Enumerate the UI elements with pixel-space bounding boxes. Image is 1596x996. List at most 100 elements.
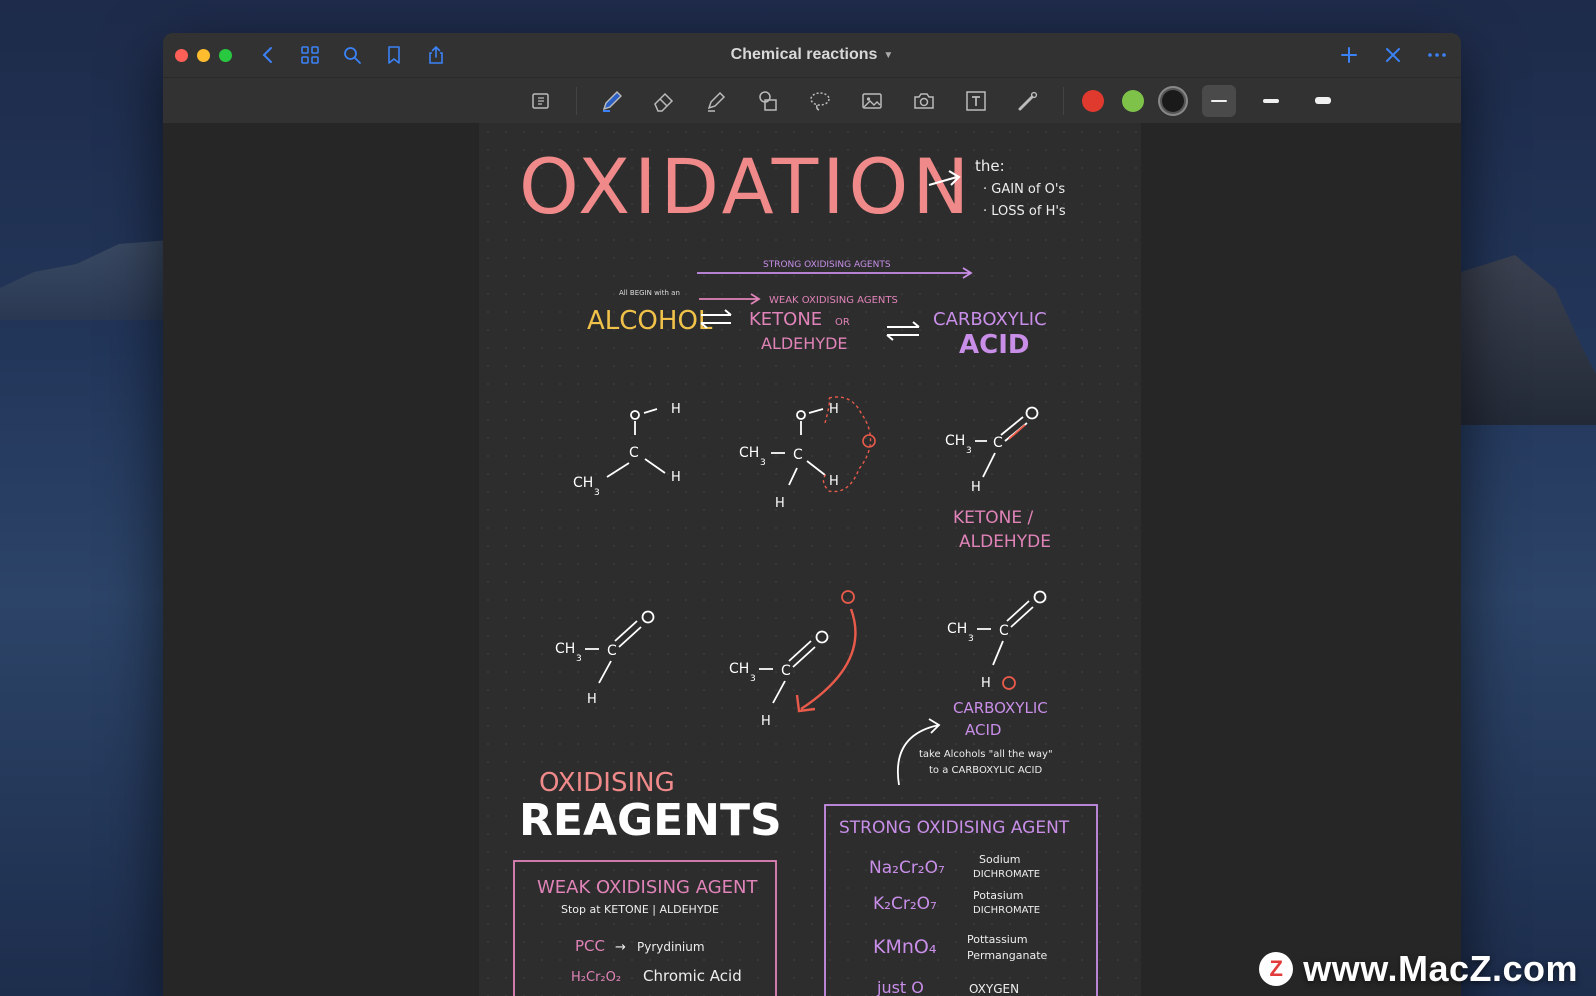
red-curved-arrow [800, 608, 857, 711]
page-title: OXIDATION [519, 142, 973, 231]
bookmark-icon[interactable] [384, 45, 404, 65]
app-window: Chemical reactions ▼ OXIDATION the: · GA… [163, 33, 1461, 996]
carboxylic-acid-label-1: CARBOXYLIC [953, 699, 1048, 717]
reagent-formula: PCC [575, 937, 605, 955]
stroke-width-medium[interactable] [1254, 85, 1288, 117]
zoom-window-button[interactable] [219, 48, 232, 62]
reagent-name: DICHROMATE [973, 905, 1040, 916]
atom-c: C [629, 445, 639, 461]
atom-ch3: CH [555, 641, 575, 657]
share-icon[interactable] [426, 45, 446, 65]
desktop-rock [1461, 255, 1596, 425]
reagent-name: Potasium [973, 889, 1024, 902]
atom-h: H [775, 496, 785, 511]
toolbar-divider [576, 86, 577, 115]
pen-icon[interactable] [595, 84, 629, 118]
atom-o [641, 610, 655, 624]
document-title-text: Chemical reactions [730, 46, 878, 63]
atom-ch3: CH [945, 433, 965, 449]
subscript-3: 3 [968, 634, 974, 644]
stroke-width-thin[interactable] [1202, 84, 1236, 117]
definition-line-2: · LOSS of H's [983, 204, 1066, 219]
reagent-arrow: → [615, 940, 626, 955]
strong-box-title: STRONG OXIDISING AGENT [839, 818, 1070, 838]
stroke-width-thick[interactable] [1306, 85, 1340, 117]
search-icon[interactable] [342, 45, 362, 65]
laser-pointer-icon[interactable] [1011, 84, 1045, 118]
close-window-button[interactable] [175, 48, 188, 62]
take-note-2: to a CARBOXYLIC ACID [929, 765, 1042, 776]
image-icon[interactable] [855, 84, 889, 118]
red-arrow-head [795, 694, 816, 713]
weak-box-subtitle: Stop at KETONE | ALDEHYDE [561, 903, 719, 916]
shapes-icon[interactable] [751, 84, 785, 118]
drawing-toolbar [163, 77, 1461, 123]
subscript-3: 3 [594, 488, 600, 498]
watermark-logo: Z [1259, 952, 1294, 986]
subscript-3: 3 [966, 446, 972, 456]
ketone-or-label: OR [835, 317, 850, 328]
eraser-icon[interactable] [647, 84, 681, 118]
more-options-icon[interactable] [1427, 45, 1447, 65]
close-tools-icon[interactable] [1383, 45, 1403, 65]
reagent-formula: H₂Cr₂O₂ [571, 970, 621, 985]
reagent-name: Pyrydinium [637, 940, 705, 954]
atom-ch3: CH [739, 445, 759, 461]
atom-h: H [587, 692, 597, 707]
note-page[interactable]: OXIDATION the: · GAIN of O's · LOSS of H… [479, 123, 1141, 996]
equilibrium-arrow-2 [886, 321, 920, 341]
toolbar-divider [1063, 86, 1064, 115]
atom-h: H [671, 470, 681, 485]
desktop-hill [0, 240, 170, 320]
ketone-label: KETONE [749, 309, 822, 330]
atom-c: C [793, 447, 803, 463]
watermark-text: www.MacZ.com [1303, 948, 1578, 989]
atom-c: C [999, 623, 1009, 639]
title-bar: Chemical reactions ▼ [163, 33, 1461, 77]
add-page-icon[interactable] [1339, 45, 1359, 65]
oxygen-atom-red [841, 590, 855, 604]
definition-line-1: · GAIN of O's [983, 182, 1065, 197]
atom-h: H [829, 402, 839, 417]
chevron-down-icon: ▼ [883, 49, 894, 61]
definition-intro: the: [975, 157, 1005, 175]
atom-h: H [981, 676, 991, 691]
oxygen-atom-red [1002, 676, 1016, 690]
carboxylic-acid-label-2: ACID [965, 721, 1001, 739]
reagent-name: OXYGEN [969, 982, 1019, 996]
atom-o [815, 630, 829, 644]
reagent-name: Sodium [979, 853, 1020, 866]
reagent-formula: K₂Cr₂O₇ [873, 894, 937, 914]
atom-h: H [971, 480, 981, 495]
minimize-window-button[interactable] [197, 48, 210, 62]
highlighter-icon[interactable] [699, 84, 733, 118]
aldehyde-label: ALDEHYDE [761, 334, 848, 353]
atom-h: H [829, 474, 839, 489]
color-swatch-green[interactable] [1122, 89, 1144, 112]
alcohol-label: ALCOHOL [587, 306, 713, 336]
ketone-aldehyde-label-1: KETONE / [953, 508, 1034, 528]
carboxylic-label: CARBOXYLIC [933, 309, 1047, 330]
canvas-area: OXIDATION the: · GAIN of O's · LOSS of H… [163, 123, 1461, 996]
grid-view-icon[interactable] [300, 45, 320, 65]
atom-ch3: CH [573, 475, 593, 491]
page-icon[interactable] [524, 84, 558, 118]
reagent-name: Pottassium [967, 933, 1028, 946]
color-swatch-red[interactable] [1082, 89, 1104, 112]
atom-h: H [761, 714, 771, 729]
subscript-3: 3 [760, 458, 766, 468]
alcohol-molecule [606, 408, 666, 478]
subscript-3: 3 [750, 674, 756, 684]
oxygen-atom-red [862, 434, 876, 448]
acid-label: ACID [959, 330, 1029, 360]
atom-ch3: CH [947, 621, 967, 637]
text-box-icon[interactable] [959, 84, 993, 118]
document-title[interactable]: Chemical reactions ▼ [731, 46, 894, 64]
back-chevron-icon[interactable] [258, 45, 278, 65]
weak-agents-arrow [699, 293, 761, 305]
lasso-icon[interactable] [803, 84, 837, 118]
reagent-formula: Na₂Cr₂O₇ [869, 858, 945, 878]
color-swatch-black[interactable] [1162, 89, 1184, 112]
camera-icon[interactable] [907, 84, 941, 118]
reagent-formula: just O [876, 978, 924, 996]
